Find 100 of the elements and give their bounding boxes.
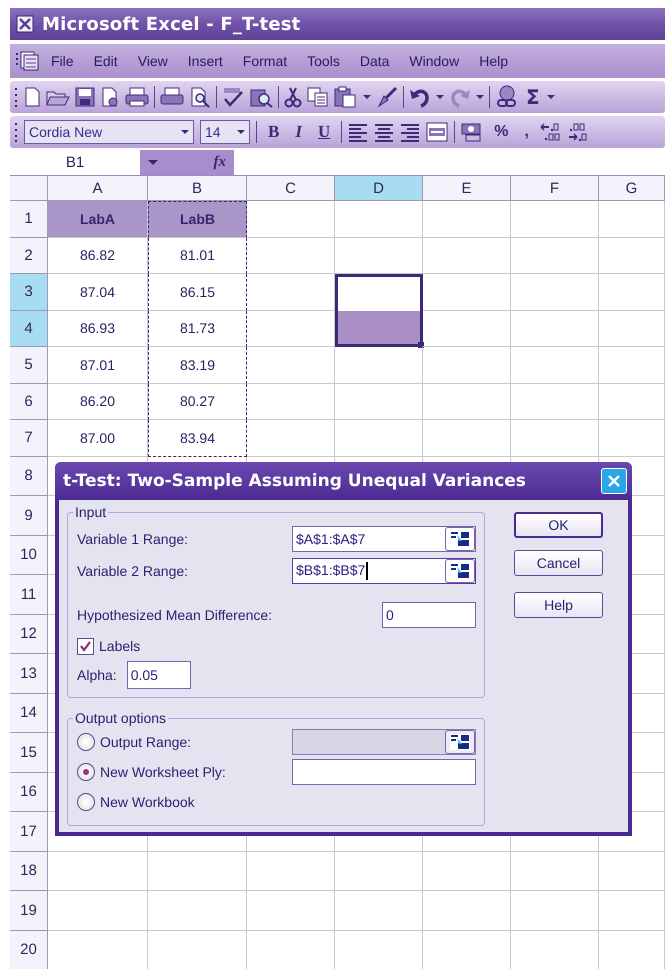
- menu-item[interactable]: Format: [234, 50, 296, 72]
- column-header[interactable]: C: [247, 176, 335, 201]
- table-cell[interactable]: [423, 310, 511, 347]
- new-document-icon[interactable]: [23, 86, 41, 108]
- table-cell[interactable]: [423, 384, 511, 420]
- caret-icon[interactable]: [148, 160, 158, 166]
- name-box[interactable]: B1: [10, 150, 140, 175]
- row-header[interactable]: 20: [10, 930, 48, 969]
- row-header[interactable]: 16: [10, 772, 48, 812]
- permission-icon[interactable]: [100, 86, 120, 108]
- font-size-dropdown[interactable]: 14: [200, 120, 250, 144]
- table-cell[interactable]: [599, 238, 665, 274]
- caret-icon[interactable]: [436, 94, 444, 100]
- caret-icon[interactable]: [363, 94, 371, 100]
- italic-button[interactable]: I: [290, 122, 307, 142]
- select-all-corner[interactable]: [10, 176, 48, 201]
- table-cell[interactable]: [148, 852, 247, 891]
- table-cell[interactable]: [423, 891, 511, 930]
- row-header[interactable]: 17: [10, 812, 48, 852]
- row-header[interactable]: 3: [10, 274, 48, 310]
- menu-item[interactable]: Window: [400, 50, 468, 72]
- column-header[interactable]: G: [599, 176, 665, 201]
- copy-icon[interactable]: [307, 87, 329, 107]
- dialog-button[interactable]: Cancel: [514, 550, 603, 576]
- labels-checkbox[interactable]: [77, 638, 94, 654]
- row-header[interactable]: 6: [10, 384, 48, 420]
- caret-icon[interactable]: [476, 94, 484, 100]
- table-cell[interactable]: [247, 891, 335, 930]
- table-cell[interactable]: [511, 891, 599, 930]
- table-cell[interactable]: [423, 201, 511, 238]
- dialog-button[interactable]: Help: [514, 592, 603, 618]
- row-header[interactable]: 14: [10, 694, 48, 733]
- row-header[interactable]: 4: [10, 310, 48, 347]
- table-cell[interactable]: [599, 347, 665, 384]
- table-cell[interactable]: [599, 310, 665, 347]
- column-header[interactable]: A: [48, 176, 148, 201]
- table-cell[interactable]: [247, 420, 335, 456]
- save-icon[interactable]: [75, 87, 95, 107]
- table-cell[interactable]: [335, 347, 423, 384]
- row-header[interactable]: 5: [10, 347, 48, 384]
- align-center-icon[interactable]: [374, 122, 394, 142]
- menu-item[interactable]: Insert: [178, 50, 232, 72]
- currency-icon[interactable]: [461, 122, 484, 142]
- row-header[interactable]: 15: [10, 733, 48, 772]
- table-cell[interactable]: [247, 238, 335, 274]
- hyperlink-icon[interactable]: [495, 85, 519, 109]
- table-cell[interactable]: [511, 420, 599, 456]
- row-header[interactable]: 1: [10, 201, 48, 238]
- table-cell[interactable]: [335, 384, 423, 420]
- range-picker-button[interactable]: [445, 527, 475, 551]
- increase-decimal-icon[interactable]: [540, 122, 562, 142]
- format-painter-icon[interactable]: [376, 86, 398, 108]
- table-cell[interactable]: [48, 891, 148, 930]
- column-header[interactable]: F: [511, 176, 599, 201]
- table-cell[interactable]: [335, 238, 423, 274]
- fill-handle[interactable]: [418, 342, 424, 348]
- menu-item[interactable]: View: [128, 50, 177, 72]
- cut-icon[interactable]: [284, 86, 302, 108]
- selected-cell[interactable]: [335, 310, 423, 347]
- row-header[interactable]: 8: [10, 456, 48, 496]
- table-cell[interactable]: [599, 852, 665, 891]
- menu-item[interactable]: Data: [350, 50, 398, 72]
- table-cell[interactable]: [511, 852, 599, 891]
- font-dropdown[interactable]: Cordia New: [24, 120, 194, 144]
- table-cell[interactable]: [511, 347, 599, 384]
- menu-item[interactable]: Edit: [84, 50, 127, 72]
- table-cell[interactable]: [247, 384, 335, 420]
- row-header[interactable]: 12: [10, 614, 48, 654]
- percent-button[interactable]: %: [489, 123, 514, 141]
- range-picker-button[interactable]: [445, 559, 475, 583]
- table-cell[interactable]: [148, 891, 247, 930]
- spelling-icon[interactable]: [222, 86, 244, 108]
- table-cell[interactable]: [335, 420, 423, 456]
- table-cell[interactable]: [247, 274, 335, 310]
- bold-button[interactable]: B: [263, 122, 284, 142]
- menu-item[interactable]: Help: [470, 50, 517, 72]
- dialog-button[interactable]: OK: [514, 512, 603, 538]
- row-header[interactable]: 18: [10, 852, 48, 891]
- column-header[interactable]: E: [423, 176, 511, 201]
- insert-function-button[interactable]: fx: [214, 154, 226, 171]
- table-cell[interactable]: [511, 274, 599, 310]
- table-cell[interactable]: [511, 310, 599, 347]
- table-cell[interactable]: [48, 852, 148, 891]
- print-icon[interactable]: [160, 87, 184, 107]
- row-header[interactable]: 19: [10, 891, 48, 930]
- table-cell[interactable]: [599, 274, 665, 310]
- row-header[interactable]: 7: [10, 420, 48, 456]
- table-cell[interactable]: [599, 201, 665, 238]
- row-header[interactable]: 10: [10, 536, 48, 575]
- table-cell[interactable]: [335, 201, 423, 238]
- table-cell[interactable]: [599, 420, 665, 456]
- align-left-icon[interactable]: [348, 122, 368, 142]
- table-cell[interactable]: [335, 891, 423, 930]
- row-header[interactable]: 2: [10, 238, 48, 274]
- row-header[interactable]: 9: [10, 496, 48, 536]
- merge-center-icon[interactable]: [426, 122, 448, 142]
- row-header[interactable]: 13: [10, 654, 48, 694]
- comma-button[interactable]: ,: [519, 123, 534, 141]
- table-cell[interactable]: [247, 852, 335, 891]
- table-cell[interactable]: [511, 238, 599, 274]
